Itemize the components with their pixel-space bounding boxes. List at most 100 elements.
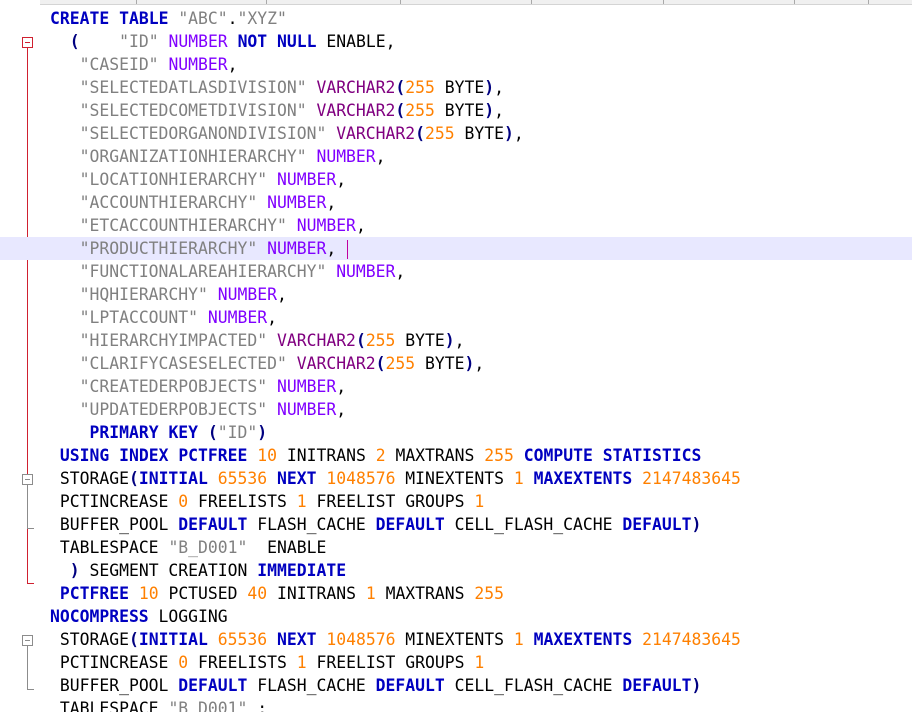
- token: "FUNCTIONALAREAHIERARCHY": [79, 262, 327, 281]
- code-line-text: USING INDEX PCTFREE 10 INITRANS 2 MAXTRA…: [50, 444, 702, 467]
- code-line[interactable]: BUFFER_POOL DEFAULT FLASH_CACHE DEFAULT …: [0, 674, 912, 697]
- token: .: [227, 9, 238, 28]
- token: ,: [513, 124, 524, 143]
- code-line[interactable]: PRIMARY KEY ("ID"): [0, 421, 912, 444]
- token: NUMBER: [168, 32, 228, 51]
- code-line[interactable]: "HIERARCHYIMPACTED" VARCHAR2(255 BYTE),: [0, 329, 912, 352]
- code-line[interactable]: "CLARIFYCASESELECTED" VARCHAR2(255 BYTE)…: [0, 352, 912, 375]
- token: "ETCACCOUNTHIERARCHY": [79, 216, 287, 235]
- token: CELL_FLASH_CACHE: [444, 676, 623, 695]
- token: TABLESPACE: [59, 699, 169, 712]
- token: (: [69, 32, 80, 51]
- token: NUMBER: [316, 147, 376, 166]
- token: ,: [267, 308, 277, 327]
- code-line[interactable]: "SELECTEDATLASDIVISION" VARCHAR2(255 BYT…: [0, 76, 912, 99]
- token: 1048576: [326, 469, 396, 488]
- token: 0: [178, 492, 189, 511]
- token: INITRANS: [277, 446, 376, 465]
- code-line[interactable]: ) SEGMENT CREATION IMMEDIATE: [0, 559, 912, 582]
- code-line[interactable]: "PRODUCTHIERARCHY" NUMBER,: [0, 237, 912, 260]
- code-line[interactable]: PCTINCREASE 0 FREELISTS 1 FREELIST GROUP…: [0, 490, 912, 513]
- token: "ACCOUNTHIERARCHY": [79, 193, 258, 212]
- token: USING: [59, 446, 110, 465]
- token: NUMBER: [207, 308, 268, 327]
- token: ,: [355, 216, 366, 235]
- code-line[interactable]: "HQHIERARCHY" NUMBER,: [0, 283, 912, 306]
- token: ): [503, 124, 514, 143]
- token: VARCHAR2: [276, 331, 356, 350]
- token: 1: [474, 492, 485, 511]
- sql-editor[interactable]: CREATE TABLE "ABC"."XYZ" ( "ID" NUMBER N…: [0, 0, 912, 712]
- token: LOGGING: [148, 607, 228, 626]
- code-line[interactable]: STORAGE(INITIAL 65536 NEXT 1048576 MINEX…: [0, 628, 912, 651]
- token: BYTE: [454, 124, 504, 143]
- token: "CREATEDERPOBJECTS": [79, 377, 268, 396]
- token: MAXTRANS: [385, 446, 485, 465]
- token: CREATE: [50, 9, 110, 28]
- code-area[interactable]: CREATE TABLE "ABC"."XYZ" ( "ID" NUMBER N…: [0, 7, 912, 712]
- code-line[interactable]: ( "ID" NUMBER NOT NULL ENABLE,: [0, 30, 912, 53]
- token: ,: [326, 239, 347, 258]
- code-line[interactable]: "SELECTEDCOMETDIVISION" VARCHAR2(255 BYT…: [0, 99, 912, 122]
- code-line-text: "CREATEDERPOBJECTS" NUMBER,: [50, 375, 346, 398]
- token: ,: [336, 377, 347, 396]
- token: NUMBER: [267, 193, 327, 212]
- token: STATISTICS: [602, 446, 702, 465]
- code-line[interactable]: TABLESPACE "B_D001" ENABLE: [0, 536, 912, 559]
- code-line[interactable]: "FUNCTIONALAREAHIERARCHY" NUMBER,: [0, 260, 912, 283]
- token: PCTINCREASE: [59, 653, 179, 672]
- token: MINEXTENTS: [395, 469, 514, 488]
- code-line[interactable]: "SELECTEDORGANONDIVISION" VARCHAR2(255 B…: [0, 122, 912, 145]
- code-line[interactable]: USING INDEX PCTFREE 10 INITRANS 2 MAXTRA…: [0, 444, 912, 467]
- token: ,: [277, 285, 287, 304]
- code-line[interactable]: "CASEID" NUMBER,: [0, 53, 912, 76]
- code-line[interactable]: BUFFER_POOL DEFAULT FLASH_CACHE DEFAULT …: [0, 513, 912, 536]
- code-line[interactable]: "UPDATEDERPOBJECTS" NUMBER,: [0, 398, 912, 421]
- token: "B_D001": [168, 538, 248, 557]
- code-line[interactable]: "ORGANIZATIONHIERARCHY" NUMBER,: [0, 145, 912, 168]
- code-line[interactable]: "LPTACCOUNT" NUMBER,: [0, 306, 912, 329]
- code-line[interactable]: CREATE TABLE "ABC"."XYZ": [0, 7, 912, 30]
- token: ,: [395, 262, 406, 281]
- token: ,: [454, 331, 465, 350]
- token: STORAGE: [59, 469, 129, 488]
- code-line[interactable]: STORAGE(INITIAL 65536 NEXT 1048576 MINEX…: [0, 467, 912, 490]
- code-line[interactable]: "LOCATIONHIERARCHY" NUMBER,: [0, 168, 912, 191]
- token: (: [207, 423, 218, 442]
- token: BUFFER_POOL: [59, 515, 179, 534]
- token: 1: [474, 653, 485, 672]
- code-line[interactable]: NOCOMPRESS LOGGING: [0, 605, 912, 628]
- code-line[interactable]: "ETCACCOUNTHIERARCHY" NUMBER,: [0, 214, 912, 237]
- code-line[interactable]: PCTFREE 10 PCTUSED 40 INITRANS 1 MAXTRAN…: [0, 582, 912, 605]
- token: "LPTACCOUNT": [79, 308, 199, 327]
- token: 1048576: [326, 630, 396, 649]
- code-line[interactable]: "ACCOUNTHIERARCHY" NUMBER,: [0, 191, 912, 214]
- code-line-text: "PRODUCTHIERARCHY" NUMBER,: [50, 237, 349, 260]
- token: ): [257, 423, 268, 442]
- code-line-text: "SELECTEDATLASDIVISION" VARCHAR2(255 BYT…: [50, 76, 504, 99]
- code-line[interactable]: TABLESPACE "B_D001" ;: [0, 697, 912, 712]
- token: DEFAULT: [178, 676, 248, 695]
- token: 65536: [217, 469, 268, 488]
- token: 1: [296, 492, 307, 511]
- token: SEGMENT CREATION: [79, 561, 258, 580]
- token: ): [444, 331, 455, 350]
- code-line[interactable]: "CREATEDERPOBJECTS" NUMBER,: [0, 375, 912, 398]
- token: 255: [484, 446, 514, 465]
- token: MINEXTENTS: [395, 630, 514, 649]
- code-line[interactable]: PCTINCREASE 0 FREELISTS 1 FREELIST GROUP…: [0, 651, 912, 674]
